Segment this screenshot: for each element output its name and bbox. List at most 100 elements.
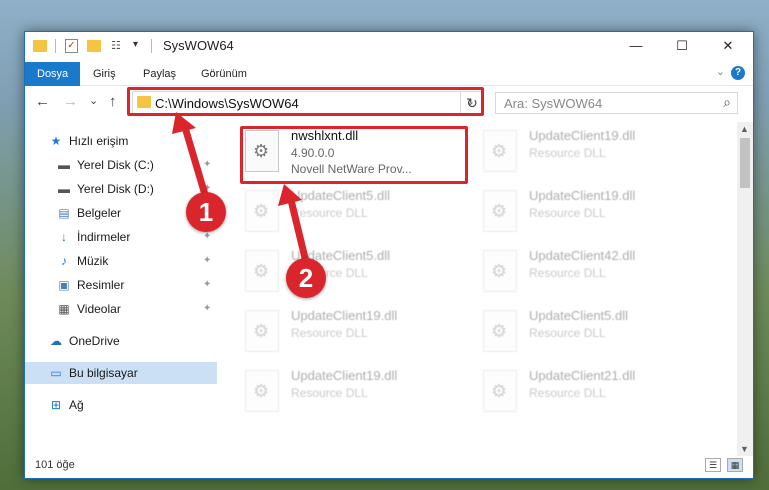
sidebar-item-network[interactable]: ⊞ Ağ [25,394,217,416]
file-name: UpdateClient5.dll [529,308,629,323]
ribbon-tabs: Dosya Giriş Paylaş Görünüm ⌄ ? [25,62,753,86]
refresh-button[interactable]: ↻ [460,91,484,115]
file-tile[interactable]: ⚙ UpdateClient42.dll Resource DLL [481,246,711,298]
sidebar-item-label: Yerel Disk (D:) [77,182,154,196]
file-name: UpdateClient5.dll [291,188,391,203]
item-count: 101 öğe [35,459,75,471]
customize-toolbar-icon[interactable]: ▾ [133,39,138,55]
forward-button[interactable]: → [63,93,78,110]
scrollbar-thumb[interactable] [740,138,750,188]
view-toggle-icon[interactable]: ☷ [111,40,127,52]
tab-view[interactable]: Görünüm [189,62,259,86]
minimize-button[interactable]: — [613,32,659,60]
drive-icon: ▬ [58,158,70,172]
properties-icon[interactable]: ✓ [65,39,78,53]
dll-file-icon: ⚙ [245,250,279,292]
pictures-icon: ▣ [58,278,70,292]
help-icon[interactable]: ? [731,66,745,80]
folder-icon [33,40,47,52]
dll-file-icon: ⚙ [245,310,279,352]
dll-file-icon: ⚙ [245,190,279,232]
file-tile[interactable]: ⚙ UpdateClient19.dll Resource DLL [243,366,473,418]
sidebar-item-label: OneDrive [69,334,120,348]
file-name: UpdateClient19.dll [291,368,398,383]
sidebar-item-label: Bu bilgisayar [69,366,138,380]
new-folder-icon[interactable] [87,40,101,52]
file-type: Resource DLL [291,326,368,340]
file-tile[interactable]: ⚙ UpdateClient5.dll Resource DLL [481,306,711,358]
sidebar-item-label: Videolar [77,302,121,316]
file-type: Resource DLL [529,206,606,220]
scroll-down-icon[interactable]: ▼ [740,444,749,454]
sidebar-item-downloads[interactable]: ↓ İndirmeler ✦ [25,226,217,248]
vertical-scrollbar[interactable]: ▲ ▼ [737,122,753,456]
dll-file-icon: ⚙ [483,250,517,292]
close-button[interactable]: ✕ [705,32,751,60]
file-name: UpdateClient19.dll [291,308,398,323]
file-type: Resource DLL [291,206,368,220]
explorer-window: ✓ ☷ ▾ SysWOW64 — ☐ ✕ Dosya Giriş Paylaş … [24,31,754,479]
title-bar: ✓ ☷ ▾ SysWOW64 — ☐ ✕ [25,32,753,60]
maximize-button[interactable]: ☐ [659,32,705,60]
search-input[interactable]: Ara: SysWOW64 ⌕ [495,92,738,114]
tab-file[interactable]: Dosya [25,62,81,86]
sidebar-item-label: Müzik [77,254,109,268]
file-name: UpdateClient21.dll [529,368,636,383]
title-separator [55,39,56,53]
drive-icon: ▬ [58,182,70,196]
address-bar[interactable]: C:\Windows\SysWOW64 ⌄ [132,91,482,115]
file-tile[interactable]: ⚙ UpdateClient5.dll Resource DLL [243,246,473,298]
download-icon: ↓ [61,230,67,244]
tab-share[interactable]: Paylaş [131,62,188,86]
status-bar: 101 öğe ☰ ▦ [25,454,753,478]
callout-step-2: 2 [286,258,326,298]
file-tile[interactable]: ⚙ nwshlxnt.dll 4.90.0.0 Novell NetWare P… [243,126,473,178]
navigation-bar: ← → ⌄ ↑ C:\Windows\SysWOW64 ⌄ ↻ Ara: Sys… [25,88,753,118]
file-version: 4.90.0.0 [291,146,335,160]
file-name: UpdateClient42.dll [529,248,636,263]
file-type: Resource DLL [529,146,606,160]
title-separator [151,39,152,53]
pin-icon[interactable]: ✦ [203,274,211,296]
sidebar-item-label: Belgeler [77,206,122,220]
tiles-view-icon[interactable]: ▦ [727,458,743,472]
file-tile[interactable]: ⚙ UpdateClient19.dll Resource DLL [243,306,473,358]
sidebar-item-this-pc[interactable]: ▭ Bu bilgisayar [25,362,217,384]
recent-locations-button[interactable]: ⌄ [89,94,98,107]
file-tile[interactable]: ⚙ UpdateClient19.dll Resource DLL [481,126,711,178]
dll-file-icon: ⚙ [483,310,517,352]
address-path[interactable]: C:\Windows\SysWOW64 [155,96,299,111]
sidebar-item-local-disk-d[interactable]: ▬ Yerel Disk (D:) ✦ [25,178,217,200]
computer-icon: ▭ [50,366,62,380]
sidebar-item-local-disk-c[interactable]: ▬ Yerel Disk (C:) ✦ [25,154,217,176]
pin-icon[interactable]: ✦ [203,154,211,176]
details-view-icon[interactable]: ☰ [705,458,721,472]
expand-ribbon-icon[interactable]: ⌄ [716,65,725,78]
sidebar-item-pictures[interactable]: ▣ Resimler ✦ [25,274,217,296]
file-tile[interactable]: ⚙ UpdateClient5.dll Resource DLL [243,186,473,238]
file-type: Resource DLL [529,386,606,400]
tab-home[interactable]: Giriş [81,62,128,86]
sidebar-item-quick-access[interactable]: ★ Hızlı erişim [25,130,217,152]
search-placeholder: Ara: SysWOW64 [504,96,603,111]
scroll-up-icon[interactable]: ▲ [740,124,749,134]
file-tile[interactable]: ⚙ UpdateClient19.dll Resource DLL [481,186,711,238]
up-button[interactable]: ↑ [109,93,117,110]
sidebar-item-music[interactable]: ♪ Müzik ✦ [25,250,217,272]
sidebar-item-onedrive[interactable]: ☁ OneDrive [25,330,217,352]
search-icon: ⌕ [723,94,731,110]
sidebar-item-label: Hızlı erişim [69,134,129,148]
file-description: Novell NetWare Prov... [291,162,412,176]
back-button[interactable]: ← [35,93,50,110]
pin-icon[interactable]: ✦ [203,250,211,272]
videos-icon: ▦ [58,302,70,316]
callout-step-1: 1 [186,192,226,232]
file-tile[interactable]: ⚙ UpdateClient21.dll Resource DLL [481,366,711,418]
sidebar-item-label: Resimler [77,278,125,292]
sidebar-item-videos[interactable]: ▦ Videolar ✦ [25,298,217,320]
file-name: UpdateClient19.dll [529,128,636,143]
folder-icon [137,96,151,108]
cloud-icon: ☁ [50,334,62,348]
pin-icon[interactable]: ✦ [203,298,211,320]
dll-file-icon: ⚙ [483,130,517,172]
